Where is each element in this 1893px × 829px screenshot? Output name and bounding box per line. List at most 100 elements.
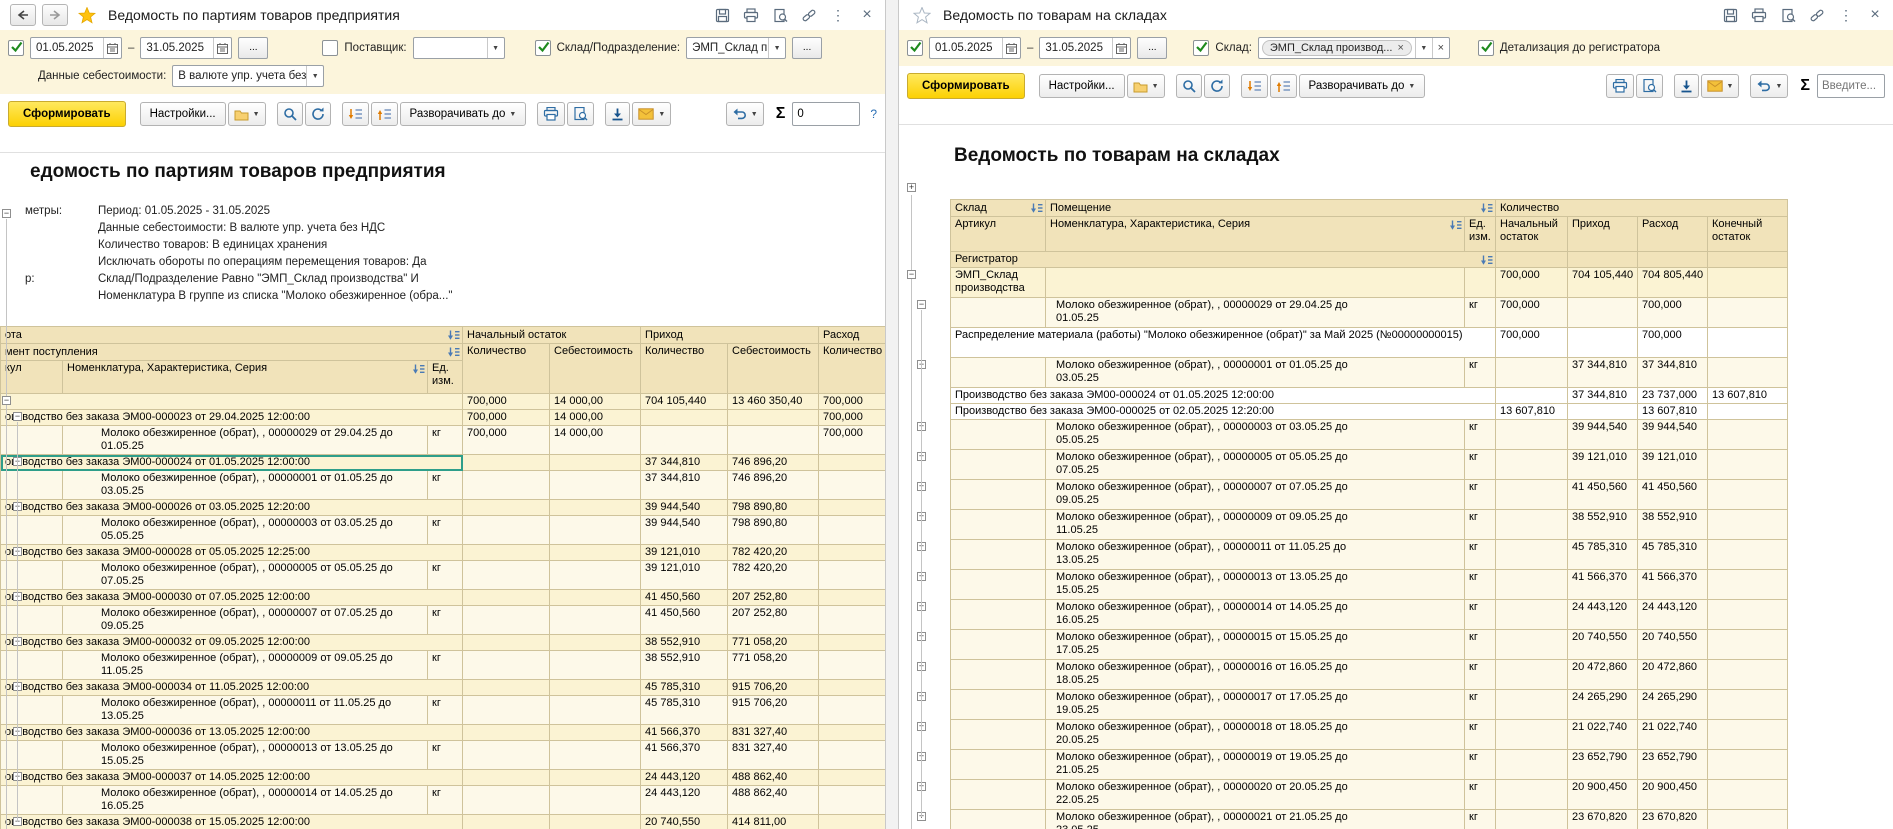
- cell[interactable]: [951, 480, 1046, 510]
- cell[interactable]: [951, 298, 1046, 328]
- cell[interactable]: [550, 786, 641, 815]
- unit-cell[interactable]: кг: [1465, 630, 1496, 660]
- warehouse-column-header[interactable]: Склад: [951, 200, 1046, 217]
- expander-icon[interactable]: +: [917, 572, 926, 581]
- cell[interactable]: 39 944,540: [641, 516, 728, 545]
- cell[interactable]: [550, 651, 641, 680]
- column-header[interactable]: Количество: [819, 344, 885, 394]
- generate-button[interactable]: Сформировать: [8, 101, 126, 127]
- unit-cell[interactable]: кг: [1465, 450, 1496, 480]
- cell[interactable]: [641, 426, 728, 455]
- cell[interactable]: [550, 455, 641, 471]
- unit-cell[interactable]: кг: [1465, 480, 1496, 510]
- cell[interactable]: 700,000: [1496, 328, 1568, 358]
- cell[interactable]: [550, 606, 641, 635]
- cell[interactable]: [819, 471, 885, 500]
- report-variants-button[interactable]: ▼: [1127, 74, 1165, 98]
- cell[interactable]: [1708, 328, 1788, 358]
- cell[interactable]: [951, 570, 1046, 600]
- print-icon[interactable]: [743, 7, 759, 23]
- nomenclature-header[interactable]: Номенклатура, Характеристика, Серия: [63, 361, 428, 394]
- cell[interactable]: 21 022,740: [1568, 720, 1638, 750]
- cell[interactable]: 831 327,40: [728, 741, 819, 770]
- cell[interactable]: [1708, 510, 1788, 540]
- nomenclature-cell[interactable]: Молоко обезжиренное (обрат), , 00000021 …: [1046, 810, 1465, 829]
- cell[interactable]: [641, 410, 728, 426]
- inflow-header[interactable]: Приход: [641, 327, 819, 344]
- cell[interactable]: [1496, 450, 1568, 480]
- nomenclature-cell[interactable]: Молоко обезжиренное (обрат), , 00000018 …: [1046, 720, 1465, 750]
- cell[interactable]: [550, 635, 641, 651]
- article-header[interactable]: кул: [1, 361, 63, 394]
- unit-cell[interactable]: кг: [1465, 510, 1496, 540]
- download-button[interactable]: [605, 102, 630, 126]
- cell[interactable]: 38 552,910: [641, 635, 728, 651]
- cell[interactable]: [550, 471, 641, 500]
- cell[interactable]: 24 265,290: [1638, 690, 1708, 720]
- nomenclature-cell[interactable]: Молоко обезжиренное (обрат), , 00000029 …: [1046, 298, 1465, 328]
- cell[interactable]: [1, 471, 63, 500]
- cell[interactable]: 14 000,00: [550, 426, 641, 455]
- search-button[interactable]: [277, 102, 303, 126]
- nomenclature-cell[interactable]: Молоко обезжиренное (обрат), , 00000007 …: [1046, 480, 1465, 510]
- cell[interactable]: [1568, 328, 1638, 358]
- cell[interactable]: [819, 696, 885, 725]
- cell[interactable]: [463, 561, 550, 590]
- cell[interactable]: [951, 358, 1046, 388]
- cell[interactable]: [1, 606, 63, 635]
- expander-icon[interactable]: +: [917, 632, 926, 641]
- cell[interactable]: [1708, 358, 1788, 388]
- cell[interactable]: [819, 725, 885, 741]
- cell[interactable]: 39 121,010: [1568, 450, 1638, 480]
- expander-icon[interactable]: +: [917, 752, 926, 761]
- cell[interactable]: 704 805,440: [1638, 268, 1708, 298]
- cell[interactable]: [1, 426, 63, 455]
- cell[interactable]: [1, 741, 63, 770]
- collapse-groups-button[interactable]: [342, 102, 369, 126]
- expander-icon[interactable]: +: [907, 183, 916, 192]
- link-icon[interactable]: [1809, 7, 1825, 23]
- nomenclature-cell[interactable]: Молоко обезжиренное (обрат), , 00000014 …: [1046, 600, 1465, 630]
- tag-remove-icon[interactable]: ×: [1397, 42, 1403, 54]
- cell[interactable]: 700,000: [1496, 268, 1568, 298]
- cell[interactable]: [951, 420, 1046, 450]
- cell[interactable]: [1708, 720, 1788, 750]
- period-checkbox[interactable]: [8, 40, 24, 56]
- unit-cell[interactable]: кг: [428, 741, 463, 770]
- column-header[interactable]: Себестоимость: [728, 344, 819, 394]
- cell[interactable]: 23 670,820: [1568, 810, 1638, 829]
- refresh-button[interactable]: [305, 102, 331, 126]
- group-cell[interactable]: оизводство без заказа ЭМ00-000024 от 01.…: [1, 455, 463, 471]
- mail-button[interactable]: ▼: [1701, 74, 1740, 98]
- cell[interactable]: [1708, 810, 1788, 829]
- print-button[interactable]: [1606, 74, 1634, 98]
- back-button[interactable]: [10, 4, 36, 26]
- room-column-header[interactable]: Помещение: [1046, 200, 1496, 217]
- cell[interactable]: [1, 786, 63, 815]
- cell[interactable]: 39 121,010: [1638, 450, 1708, 480]
- cell[interactable]: [1708, 750, 1788, 780]
- expander-icon[interactable]: +: [917, 722, 926, 731]
- close-icon[interactable]: ×: [1867, 7, 1883, 23]
- mail-button[interactable]: ▼: [632, 102, 671, 126]
- cell[interactable]: [463, 786, 550, 815]
- cell[interactable]: [1, 561, 63, 590]
- period-checkbox[interactable]: [907, 40, 923, 56]
- cell[interactable]: 700,000: [1638, 298, 1708, 328]
- nomenclature-cell[interactable]: Молоко обезжиренное (обрат), , 00000014 …: [63, 786, 428, 815]
- nomenclature-cell[interactable]: Молоко обезжиренное (обрат), , 00000007 …: [63, 606, 428, 635]
- settings-button[interactable]: Настройки...: [140, 102, 226, 126]
- cell[interactable]: [1708, 404, 1788, 420]
- warehouse-combo[interactable]: ЭМП_Склад п▼: [686, 37, 786, 59]
- cell[interactable]: 23 737,000: [1638, 388, 1708, 404]
- unit-cell[interactable]: кг: [428, 696, 463, 725]
- print-icon[interactable]: [1751, 7, 1767, 23]
- nomenclature-cell[interactable]: Молоко обезжиренное (обрат), , 00000029 …: [63, 426, 428, 455]
- group-cell[interactable]: оизводство без заказа ЭМ00-000026 от 03.…: [1, 500, 463, 516]
- column-header[interactable]: [1496, 252, 1568, 268]
- cell[interactable]: 831 327,40: [728, 725, 819, 741]
- detail-checkbox[interactable]: [1478, 40, 1494, 56]
- cell[interactable]: [550, 500, 641, 516]
- cell[interactable]: [1708, 420, 1788, 450]
- cell[interactable]: 20 740,550: [1568, 630, 1638, 660]
